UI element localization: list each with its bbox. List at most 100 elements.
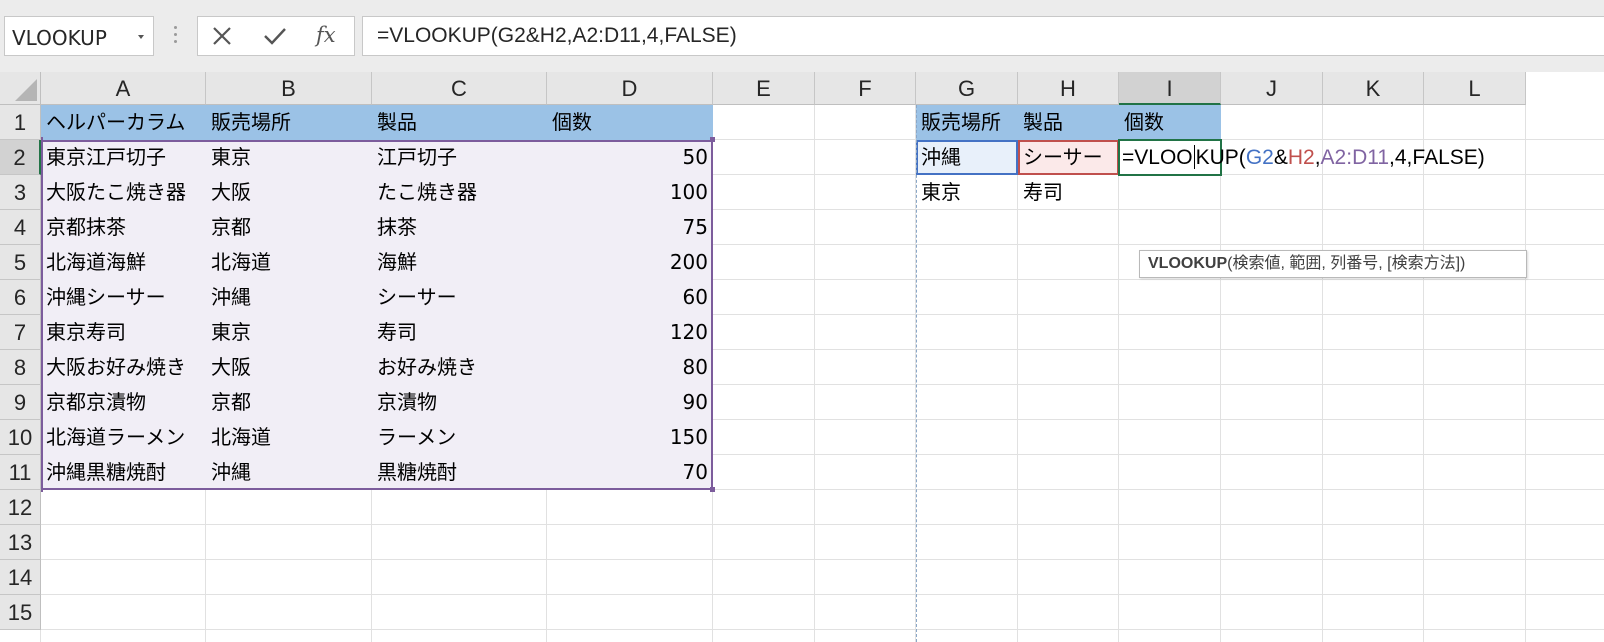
column-header-g[interactable]: G <box>916 72 1018 105</box>
column-header-d[interactable]: D <box>547 72 713 105</box>
table-cell[interactable]: 抹茶 <box>372 210 547 245</box>
table-header-cell[interactable]: ヘルパーカラム <box>41 105 206 140</box>
table-cell[interactable]: 大阪 <box>206 175 372 210</box>
column-header-f[interactable]: F <box>815 72 916 105</box>
row-header-6[interactable]: 6 <box>0 280 41 315</box>
table-cell[interactable]: 北海道 <box>206 420 372 455</box>
table-cell[interactable]: 北海道ラーメン <box>41 420 206 455</box>
table-cell[interactable]: 沖縄黒糖焼酎 <box>41 455 206 490</box>
table-cell[interactable]: 海鮮 <box>372 245 547 280</box>
table-cell[interactable]: 東京江戸切子 <box>41 140 206 175</box>
lookup-header-cell[interactable]: 製品 <box>1018 105 1068 140</box>
lookup-cell[interactable]: シーサー <box>1018 140 1108 175</box>
table-cell[interactable]: 北海道 <box>206 245 372 280</box>
row-header-1[interactable]: 1 <box>0 105 41 140</box>
gridline <box>1423 105 1424 642</box>
cancel-button[interactable] <box>198 17 246 55</box>
tooltip-function-name[interactable]: VLOOKUP <box>1148 255 1227 272</box>
table-cell[interactable]: 120 <box>547 315 713 350</box>
select-all-button[interactable] <box>0 72 41 105</box>
table-cell[interactable]: 京都京漬物 <box>41 385 206 420</box>
enter-button[interactable] <box>250 17 298 55</box>
table-header-cell[interactable]: 個数 <box>547 105 713 140</box>
table-cell[interactable]: 江戸切子 <box>372 140 547 175</box>
drag-handle-icon[interactable] <box>170 24 180 48</box>
column-header-b[interactable]: B <box>206 72 372 105</box>
column-header-j[interactable]: J <box>1221 72 1323 105</box>
check-icon <box>264 28 286 45</box>
row-header-15[interactable]: 15 <box>0 595 41 630</box>
row-header-2[interactable]: 2 <box>0 140 41 175</box>
gridline <box>814 105 815 642</box>
table-cell[interactable]: シーサー <box>372 280 547 315</box>
table-cell[interactable]: 大阪たこ焼き器 <box>41 175 206 210</box>
table-cell[interactable]: 沖縄シーサー <box>41 280 206 315</box>
table-cell[interactable]: お好み焼き <box>372 350 547 385</box>
table-cell[interactable]: 90 <box>547 385 713 420</box>
spreadsheet-grid[interactable]: A B C D E F G H I J K L 1 2 3 4 5 6 7 8 9 10 11 12 13 14 15 ヘルパーカラム… <box>0 72 1604 642</box>
tooltip-arguments: (検索値, 範囲, 列番号, [検索方法]) <box>1227 255 1466 272</box>
column-header-e[interactable]: E <box>713 72 815 105</box>
table-cell[interactable]: 大阪 <box>206 350 372 385</box>
table-cell[interactable]: 北海道海鮮 <box>41 245 206 280</box>
table-cell[interactable]: 京都抹茶 <box>41 210 206 245</box>
table-cell[interactable]: 100 <box>547 175 713 210</box>
row-header-10[interactable]: 10 <box>0 420 41 455</box>
row-header-7[interactable]: 7 <box>0 315 41 350</box>
gridline <box>41 524 1604 525</box>
column-header-h[interactable]: H <box>1018 72 1119 105</box>
column-header-c[interactable]: C <box>372 72 547 105</box>
column-header-k[interactable]: K <box>1323 72 1424 105</box>
lookup-cell[interactable]: 東京 <box>916 175 966 210</box>
row-header-5[interactable]: 5 <box>0 245 41 280</box>
row-header-3[interactable]: 3 <box>0 175 41 210</box>
row-header-14[interactable]: 14 <box>0 560 41 595</box>
table-cell[interactable]: 60 <box>547 280 713 315</box>
table-header-cell[interactable]: 製品 <box>372 105 547 140</box>
column-header-l[interactable]: L <box>1424 72 1526 105</box>
table-cell[interactable]: 東京寿司 <box>41 315 206 350</box>
editor-tail: ,4,FALSE) <box>1389 146 1485 169</box>
table-cell[interactable]: 80 <box>547 350 713 385</box>
table-cell[interactable]: 75 <box>547 210 713 245</box>
lookup-header-cell[interactable]: 個数 <box>1119 105 1169 140</box>
row-header-13[interactable]: 13 <box>0 525 41 560</box>
column-header-a[interactable]: A <box>41 72 206 105</box>
table-cell[interactable]: 150 <box>547 420 713 455</box>
table-cell[interactable]: 京漬物 <box>372 385 547 420</box>
editor-ref-range: A2:D11 <box>1320 146 1390 169</box>
row-header-8[interactable]: 8 <box>0 350 41 385</box>
lookup-cell[interactable]: 寿司 <box>1018 175 1068 210</box>
row-header-11[interactable]: 11 <box>0 455 41 490</box>
table-cell[interactable]: 寿司 <box>372 315 547 350</box>
chevron-down-icon[interactable] <box>138 35 144 39</box>
gridline <box>41 629 1604 630</box>
formula-input[interactable]: =VLOOKUP(G2&H2,A2:D11,4,FALSE) <box>362 16 1604 56</box>
row-header-9[interactable]: 9 <box>0 385 41 420</box>
table-cell[interactable]: 京都 <box>206 210 372 245</box>
table-cell[interactable]: 東京 <box>206 315 372 350</box>
column-header-i[interactable]: I <box>1119 72 1221 105</box>
lookup-header-cell[interactable]: 販売場所 <box>916 105 1006 140</box>
table-cell[interactable]: たこ焼き器 <box>372 175 547 210</box>
lookup-cell[interactable]: 沖縄 <box>916 140 966 175</box>
row-header-4[interactable]: 4 <box>0 210 41 245</box>
table-cell[interactable]: 東京 <box>206 140 372 175</box>
row-header-12[interactable]: 12 <box>0 490 41 525</box>
table-cell[interactable]: 70 <box>547 455 713 490</box>
table-cell[interactable]: 50 <box>547 140 713 175</box>
name-box[interactable]: VLOOKUP <box>4 16 154 56</box>
table-cell[interactable]: 黒糖焼酎 <box>372 455 547 490</box>
table-cell[interactable]: 沖縄 <box>206 455 372 490</box>
cell-editor-text[interactable]: =VLOO KUP(G2&H2,A2:D11,4,FALSE) <box>1122 140 1485 175</box>
function-tooltip[interactable]: VLOOKUP(検索値, 範囲, 列番号, [検索方法]) <box>1139 250 1527 278</box>
table-cell[interactable]: ラーメン <box>372 420 547 455</box>
text-caret <box>1193 145 1195 169</box>
table-cell[interactable]: 沖縄 <box>206 280 372 315</box>
table-cell[interactable]: 200 <box>547 245 713 280</box>
gridline <box>1322 105 1323 642</box>
table-cell[interactable]: 大阪お好み焼き <box>41 350 206 385</box>
insert-function-button[interactable]: fx <box>304 17 352 55</box>
table-header-cell[interactable]: 販売場所 <box>206 105 372 140</box>
table-cell[interactable]: 京都 <box>206 385 372 420</box>
